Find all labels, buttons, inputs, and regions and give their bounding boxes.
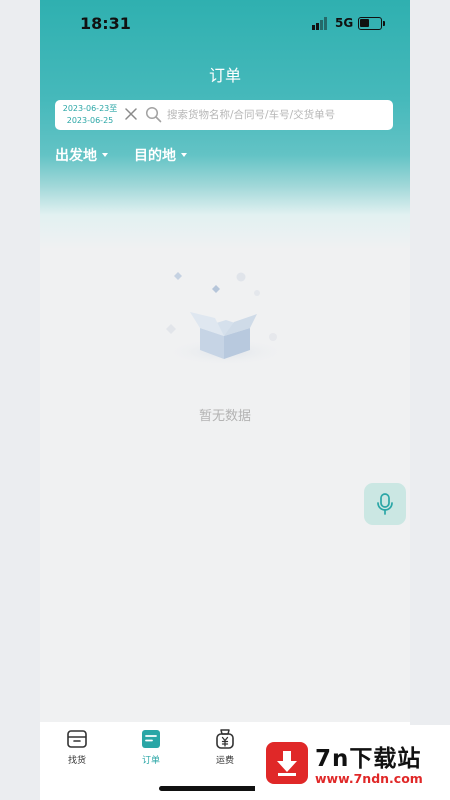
date-end: 2023-06-25: [66, 116, 114, 125]
watermark-url: www.7ndn.com: [315, 771, 423, 786]
page-title: 订单: [208, 66, 241, 85]
empty-box-illustration: [164, 272, 288, 366]
destination-filter-label: 目的地: [134, 148, 176, 164]
search-icon: [145, 106, 162, 123]
tab-freight-label: 运费: [215, 756, 234, 766]
status-bar: 18:31 5G: [40, 0, 410, 48]
network-type: 5G: [335, 16, 354, 30]
phone-screen: 18:31 5G 订单 2023-06-23至 2023-06-25 搜索货物名…: [40, 0, 410, 800]
destination-filter[interactable]: 目的地: [134, 145, 187, 165]
date-range-picker[interactable]: 2023-06-23至 2023-06-25: [59, 103, 121, 127]
empty-state-message: 暂无数据: [198, 409, 251, 424]
tab-freight[interactable]: 运费: [197, 727, 253, 766]
origin-filter-label: 出发地: [55, 148, 97, 164]
microphone-icon: [377, 493, 393, 515]
order-list-icon: [142, 730, 160, 748]
cargo-box-icon: [67, 730, 87, 748]
site-watermark: 7n下载站 www.7ndn.com: [255, 725, 450, 800]
dropdown-arrow-icon: [181, 153, 187, 157]
tab-find-cargo-label: 找货: [67, 756, 86, 766]
tab-orders-label: 订单: [141, 756, 160, 766]
signal-icon: [312, 17, 328, 30]
download-arrow-icon: [266, 742, 308, 784]
battery-icon: [358, 17, 385, 30]
date-start: 2023-06-23至: [62, 104, 118, 113]
search-bar: 2023-06-23至 2023-06-25: [55, 100, 393, 130]
freight-fee-icon: [216, 729, 234, 749]
status-time: 18:31: [80, 14, 131, 33]
dropdown-arrow-icon: [102, 153, 108, 157]
search-input[interactable]: [167, 105, 387, 125]
tab-orders[interactable]: 订单: [123, 727, 179, 766]
tab-find-cargo[interactable]: 找货: [49, 727, 105, 766]
screen: 18:31 5G 订单 2023-06-23至 2023-06-25 搜索货物名…: [0, 0, 450, 800]
watermark-title: 7n下载站: [315, 746, 422, 772]
origin-filter[interactable]: 出发地: [55, 145, 108, 165]
voice-input-button[interactable]: [364, 483, 406, 525]
clear-date-icon[interactable]: [123, 106, 139, 122]
